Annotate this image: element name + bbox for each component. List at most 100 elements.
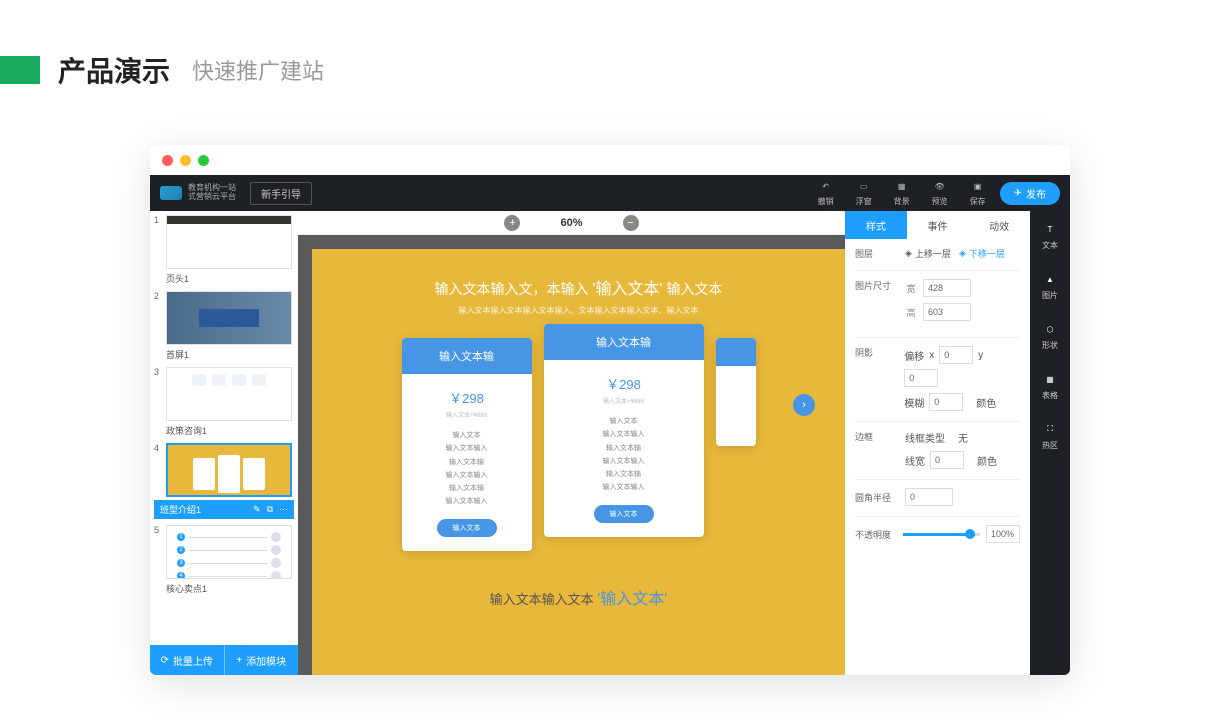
section-item[interactable]: 1 页头1 — [154, 215, 294, 285]
layers-icon: ◈ — [905, 248, 912, 259]
tool-image[interactable]: ▲图片 — [1042, 267, 1058, 305]
card-price-sub: 输入文本+¥888 — [402, 410, 532, 419]
canvas-content[interactable]: 输入文本输入文，本输入 '输入文本' 输入文本 输入文本输入文本输入文本输入、文… — [312, 249, 845, 675]
card-cta-button[interactable]: 输入文本 — [437, 519, 497, 537]
edit-icon[interactable]: ✎ — [253, 504, 261, 515]
section-thumb — [166, 215, 292, 269]
shape-icon: ⬡ — [1042, 321, 1058, 337]
tool-text[interactable]: T文本 — [1042, 217, 1058, 255]
eye-icon: 👁 — [933, 180, 947, 194]
expand-icon: ⛶ — [1042, 421, 1058, 437]
canvas-title-2[interactable]: 输入文本输入文本 '输入文本' — [324, 585, 833, 609]
send-icon: ✈ — [1014, 188, 1022, 199]
copy-icon[interactable]: ⧉ — [267, 504, 273, 515]
card-cta-button[interactable]: 输入文本 — [594, 505, 654, 523]
card-features: 输入文本输入文本输入输入文本输 输入文本输入输入文本输输入文本输入 — [402, 429, 532, 509]
pricing-card-featured[interactable]: 输入文本输 ￥298 输入文本+¥888 输入文本输入文本输入输入文本输 输入文… — [544, 324, 704, 537]
layers-icon: ◈ — [959, 248, 966, 259]
canvas-area: + 60% − 输入文本输入文，本输入 '输入文本' 输入文本 输入文本输入文本… — [298, 211, 845, 675]
shadow-blur-input[interactable]: 0 — [929, 393, 963, 411]
background-button[interactable]: ▦背景 — [894, 180, 910, 207]
pricing-card-partial[interactable] — [716, 338, 756, 446]
section-label: 核心卖点1 — [166, 582, 294, 595]
border-width-input[interactable]: 0 — [930, 451, 964, 469]
border-label: 边框 — [855, 430, 897, 443]
add-module-button[interactable]: +添加模块 — [225, 645, 299, 675]
refresh-icon: ⟳ — [161, 655, 169, 666]
width-input[interactable]: 428 — [923, 279, 971, 297]
top-toolbar: 教育机构一站 式营销云平台 新手引导 ↶撤销 ▭浮窗 ▦背景 👁预览 ▣保存 ✈… — [150, 175, 1070, 211]
card-header — [716, 338, 756, 366]
close-dot[interactable] — [162, 155, 173, 166]
section-item-active[interactable]: 4 班型介绍1 ✎ ⧉ ⋯ — [154, 443, 294, 519]
shadow-y-input[interactable]: 0 — [904, 369, 938, 387]
logo-text: 教育机构一站 式营销云平台 — [188, 184, 236, 202]
element-toolbox: T文本 ▲图片 ⬡形状 ▦表格 ⛶热区 — [1030, 211, 1070, 675]
shadow-x-input[interactable]: 0 — [939, 346, 973, 364]
accent-block — [0, 56, 40, 84]
tool-hotzone[interactable]: ⛶热区 — [1042, 417, 1058, 455]
card-price: ￥298 — [402, 388, 532, 407]
tool-table[interactable]: ▦表格 — [1042, 367, 1058, 405]
delete-icon[interactable]: ⋯ — [279, 504, 288, 515]
section-label: 首屏1 — [166, 348, 294, 361]
canvas-title[interactable]: 输入文本输入文，本输入 '输入文本' 输入文本 — [324, 275, 833, 299]
prop-body: 图层 ◈上移一层 ◈下移一层 图片尺寸 宽428 高603 阴影 — [845, 239, 1030, 675]
logo: 教育机构一站 式营销云平台 — [160, 184, 236, 202]
zoom-in-button[interactable]: + — [504, 215, 520, 231]
section-actions: ✎ ⧉ ⋯ — [253, 504, 288, 515]
text-icon: T — [1042, 221, 1058, 237]
section-item[interactable]: 5 1 2 3 4 核心卖点1 — [154, 525, 294, 595]
section-item[interactable]: 2 首屏1 — [154, 291, 294, 361]
shadow-label: 阴影 — [855, 346, 896, 359]
page-header: 产品演示 快速推广建站 — [0, 0, 1210, 110]
save-button[interactable]: ▣保存 — [970, 180, 986, 207]
maximize-dot[interactable] — [198, 155, 209, 166]
section-thumb — [166, 443, 292, 497]
radius-input[interactable]: 0 — [905, 488, 953, 506]
ruler-vertical — [298, 249, 312, 675]
preview-button[interactable]: 👁预览 — [932, 180, 948, 207]
undo-icon: ↶ — [819, 180, 833, 194]
layer-down-button[interactable]: ◈下移一层 — [959, 247, 1005, 260]
card-price: ￥298 — [544, 374, 704, 393]
tab-style[interactable]: 样式 — [845, 211, 907, 239]
undo-button[interactable]: ↶撤销 — [818, 180, 834, 207]
card-header: 输入文本输 — [544, 324, 704, 360]
app-body: 1 页头1 2 首屏1 3 政策咨询1 4 班型介绍1 ✎ — [150, 211, 1070, 675]
next-arrow-button[interactable]: › — [793, 394, 815, 416]
sections-panel: 1 页头1 2 首屏1 3 政策咨询1 4 班型介绍1 ✎ — [150, 211, 298, 675]
height-input[interactable]: 603 — [923, 303, 971, 321]
pricing-card[interactable]: 输入文本输 ￥298 输入文本+¥888 输入文本输入文本输入输入文本输 输入文… — [402, 338, 532, 551]
layer-label: 图层 — [855, 247, 897, 260]
layer-up-button[interactable]: ◈上移一层 — [905, 247, 951, 260]
float-icon: ▭ — [857, 180, 871, 194]
border-type-select[interactable]: 无 — [958, 430, 968, 445]
tool-shape[interactable]: ⬡形状 — [1042, 317, 1058, 355]
section-label-active: 班型介绍1 ✎ ⧉ ⋯ — [154, 500, 294, 519]
opacity-slider[interactable] — [903, 533, 980, 536]
batch-upload-button[interactable]: ⟳批量上传 — [150, 645, 224, 675]
publish-button[interactable]: ✈发布 — [1000, 182, 1060, 205]
image-icon: ▲ — [1042, 271, 1058, 287]
properties-panel: 样式 事件 动效 图层 ◈上移一层 ◈下移一层 图片尺寸 宽428 高603 — [845, 211, 1030, 675]
section-thumb — [166, 367, 292, 421]
tab-event[interactable]: 事件 — [907, 211, 969, 239]
ruler-horizontal — [298, 235, 845, 249]
radius-label: 圆角半径 — [855, 491, 897, 504]
card-price-sub: 输入文本+¥888 — [544, 396, 704, 405]
float-button[interactable]: ▭浮窗 — [856, 180, 872, 207]
guide-button[interactable]: 新手引导 — [250, 182, 312, 205]
left-bottom-bar: ⟳批量上传 +添加模块 — [150, 645, 298, 675]
zoom-out-button[interactable]: − — [623, 215, 639, 231]
logo-icon — [160, 186, 182, 200]
tab-animation[interactable]: 动效 — [968, 211, 1030, 239]
minimize-dot[interactable] — [180, 155, 191, 166]
zoom-value: 60% — [560, 217, 582, 229]
section-item[interactable]: 3 政策咨询1 — [154, 367, 294, 437]
size-label: 图片尺寸 — [855, 279, 897, 292]
opacity-input[interactable]: 100% — [986, 525, 1020, 543]
canvas-subtitle[interactable]: 输入文本输入文本输入文本输入、文本输入文本输入文本、输入文本 — [324, 305, 833, 316]
sections-list: 1 页头1 2 首屏1 3 政策咨询1 4 班型介绍1 ✎ — [150, 211, 298, 645]
page-subtitle: 快速推广建站 — [192, 54, 324, 86]
